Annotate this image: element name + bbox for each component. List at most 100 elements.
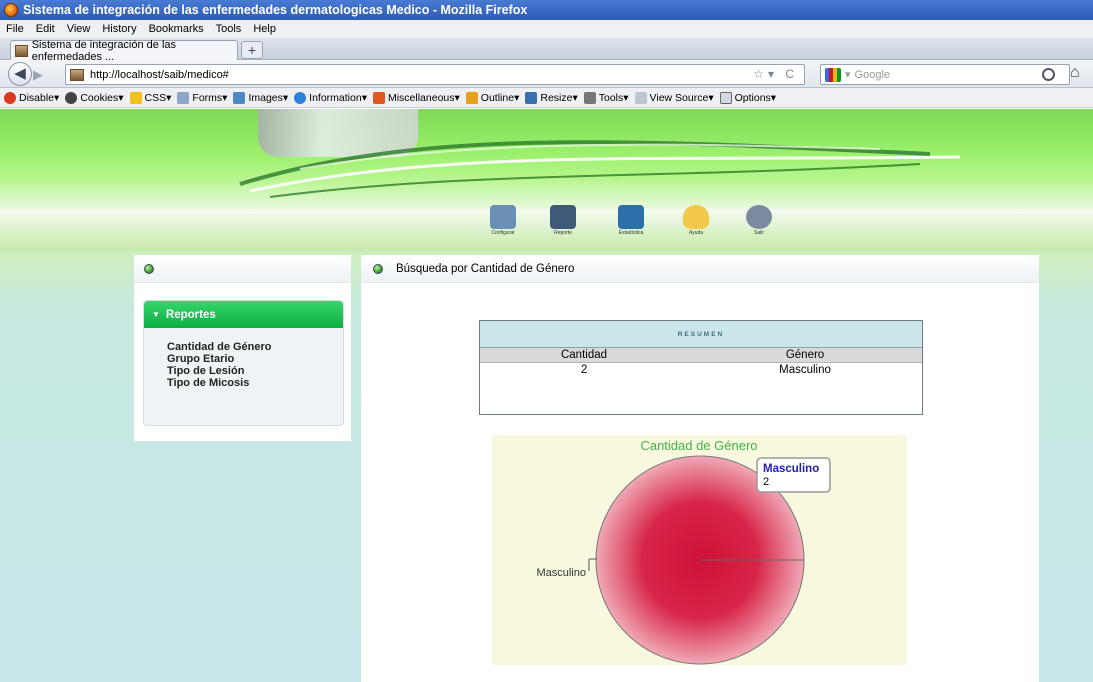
summary-caption: RESUMEN bbox=[480, 321, 922, 348]
exit-icon bbox=[746, 205, 772, 229]
chart-title: Cantidad de Género bbox=[640, 438, 757, 453]
sidebar-item-grupo-etario[interactable]: Grupo Etario bbox=[167, 353, 343, 365]
menu-tools[interactable]: Tools bbox=[216, 23, 242, 35]
banner-wave-graphic bbox=[239, 140, 961, 198]
nav-configurar-label: Configurar bbox=[491, 230, 515, 236]
tab-strip: Sistema de integración de las enfermedad… bbox=[0, 38, 1093, 63]
report-icon bbox=[550, 205, 576, 229]
column-header-genero: Género bbox=[688, 348, 922, 363]
search-bar[interactable]: ▾ Google bbox=[820, 64, 1070, 85]
window-titlebar: Sistema de integración de las enfermedad… bbox=[0, 0, 1093, 20]
nav-ayuda-button[interactable]: Ayuda bbox=[681, 205, 711, 236]
devbar-cookies[interactable]: Cookies ▾ bbox=[65, 91, 124, 104]
devbar-tools[interactable]: Tools ▾ bbox=[583, 91, 629, 104]
back-button[interactable]: ◀ bbox=[8, 62, 32, 86]
information-icon bbox=[294, 91, 307, 104]
pie-chart-svg: Cantidad de Género Masculino Masculino 2 bbox=[536, 438, 831, 665]
search-icon[interactable] bbox=[1042, 68, 1055, 81]
site-favicon-icon bbox=[15, 45, 28, 57]
cookies-icon bbox=[65, 91, 78, 104]
nav-ayuda-label: Ayuda bbox=[688, 230, 704, 236]
nav-salir-button[interactable]: Salir bbox=[744, 205, 774, 236]
sidebar-item-tipo-lesion[interactable]: Tipo de Lesión bbox=[167, 365, 343, 377]
reports-accordion: ▼ Reportes Cantidad de Género Grupo Etar… bbox=[143, 300, 344, 426]
devbar-options[interactable]: Options ▾ bbox=[719, 91, 776, 104]
sidebar-item-cantidad-genero[interactable]: Cantidad de Género bbox=[167, 341, 343, 353]
column-header-cantidad: Cantidad bbox=[480, 348, 689, 363]
menu-bar: File Edit View History Bookmarks Tools H… bbox=[0, 20, 1093, 38]
css-icon bbox=[129, 91, 142, 104]
url-text: http://localhost/saib/medico# bbox=[90, 68, 229, 81]
pie-chart-area: Cantidad de Género Masculino Masculino 2 bbox=[492, 435, 907, 665]
devbar-images[interactable]: Images ▾ bbox=[233, 91, 288, 104]
url-bar[interactable]: http://localhost/saib/medico# ☆▾ C bbox=[65, 64, 805, 85]
devbar-information[interactable]: Information ▾ bbox=[294, 91, 367, 104]
menu-help[interactable]: Help bbox=[253, 23, 276, 35]
main-bullet-icon bbox=[373, 264, 383, 274]
page-title: Búsqueda por Cantidad de Género bbox=[396, 263, 575, 275]
cell-genero: Masculino bbox=[779, 364, 831, 376]
devbar-outline[interactable]: Outline ▾ bbox=[465, 91, 519, 104]
browser-tab[interactable]: Sistema de integración de las enfermedad… bbox=[10, 39, 238, 63]
forms-icon bbox=[177, 91, 190, 104]
caret-down-icon: ▼ bbox=[152, 310, 160, 319]
menu-history[interactable]: History bbox=[102, 23, 136, 35]
nav-configurar-button[interactable]: Configurar bbox=[488, 205, 518, 236]
reports-list: Cantidad de Género Grupo Etario Tipo de … bbox=[144, 328, 343, 389]
devbar-resize[interactable]: Resize ▾ bbox=[525, 91, 578, 104]
reports-section-title: Reportes bbox=[165, 308, 216, 321]
window-title: Sistema de integración de las enfermedad… bbox=[23, 3, 528, 17]
chart-tooltip: Masculino 2 bbox=[756, 457, 831, 493]
forward-button[interactable]: ▶ bbox=[33, 66, 55, 84]
view-source-icon bbox=[634, 91, 647, 104]
sidebar-panel: ▼ Reportes Cantidad de Género Grupo Etar… bbox=[134, 255, 351, 441]
devbar-disable[interactable]: Disable ▾ bbox=[4, 91, 59, 104]
options-icon bbox=[719, 91, 732, 104]
tooltip-value: 2 bbox=[763, 476, 769, 488]
nav-salir-label: Salir bbox=[753, 230, 764, 236]
summary-table-box: RESUMEN Cantidad Género 2 Masculino bbox=[479, 320, 923, 415]
resize-icon bbox=[525, 91, 538, 104]
devbar-css[interactable]: CSS ▾ bbox=[129, 91, 171, 104]
sidebar-item-tipo-micosis[interactable]: Tipo de Micosis bbox=[167, 377, 343, 389]
nav-reporte-label: Reporte bbox=[554, 230, 572, 236]
navigation-toolbar: ◀ ▶ http://localhost/saib/medico# ☆▾ C ▾… bbox=[0, 60, 1093, 88]
firefox-logo-icon bbox=[4, 3, 18, 17]
sidebar-header bbox=[134, 255, 351, 283]
home-icon[interactable]: ⌂ bbox=[1070, 64, 1080, 82]
page-content: Configurar Reporte Estadística Ayuda Sal… bbox=[0, 109, 1093, 682]
cell-cantidad: 2 bbox=[580, 364, 588, 376]
help-lightbulb-icon bbox=[683, 205, 709, 229]
devbar-miscellaneous[interactable]: Miscellaneous ▾ bbox=[372, 91, 460, 104]
devbar-forms[interactable]: Forms ▾ bbox=[177, 91, 227, 104]
nav-estadistica-label: Estadística bbox=[618, 230, 644, 236]
images-icon bbox=[233, 91, 246, 104]
bookmark-star-icon[interactable]: ☆▾ C bbox=[753, 67, 798, 81]
menu-file[interactable]: File bbox=[6, 23, 24, 35]
nav-reporte-button[interactable]: Reporte bbox=[548, 205, 578, 236]
miscellaneous-icon bbox=[372, 91, 385, 104]
main-panel: Búsqueda por Cantidad de Género RESUMEN … bbox=[361, 255, 1039, 682]
main-header: Búsqueda por Cantidad de Género bbox=[361, 255, 1039, 283]
sidebar-bullet-icon bbox=[144, 264, 154, 274]
table-row: 2 Masculino bbox=[480, 363, 922, 378]
search-placeholder: Google bbox=[854, 68, 891, 81]
devbar-view-source[interactable]: View Source ▾ bbox=[634, 91, 714, 104]
site-favicon-icon bbox=[70, 68, 84, 81]
tooltip-label: Masculino bbox=[763, 463, 819, 475]
outline-icon bbox=[465, 91, 478, 104]
slice-label-masculino: Masculino bbox=[536, 567, 586, 579]
site-nav-band bbox=[0, 209, 1093, 249]
menu-view[interactable]: View bbox=[67, 23, 91, 35]
google-logo-icon bbox=[825, 67, 841, 82]
reports-accordion-header[interactable]: ▼ Reportes bbox=[144, 301, 343, 328]
configure-icon bbox=[490, 205, 516, 229]
menu-bookmarks[interactable]: Bookmarks bbox=[149, 23, 204, 35]
statistics-icon bbox=[618, 205, 644, 229]
site-banner bbox=[0, 109, 1093, 209]
nav-estadistica-button[interactable]: Estadística bbox=[616, 205, 646, 236]
tools-icon bbox=[583, 91, 596, 104]
web-developer-toolbar: Disable ▾ Cookies ▾ CSS ▾ Forms ▾ Images ▾ In… bbox=[0, 88, 1093, 108]
new-tab-button[interactable]: + bbox=[241, 41, 263, 59]
menu-edit[interactable]: Edit bbox=[36, 23, 55, 35]
